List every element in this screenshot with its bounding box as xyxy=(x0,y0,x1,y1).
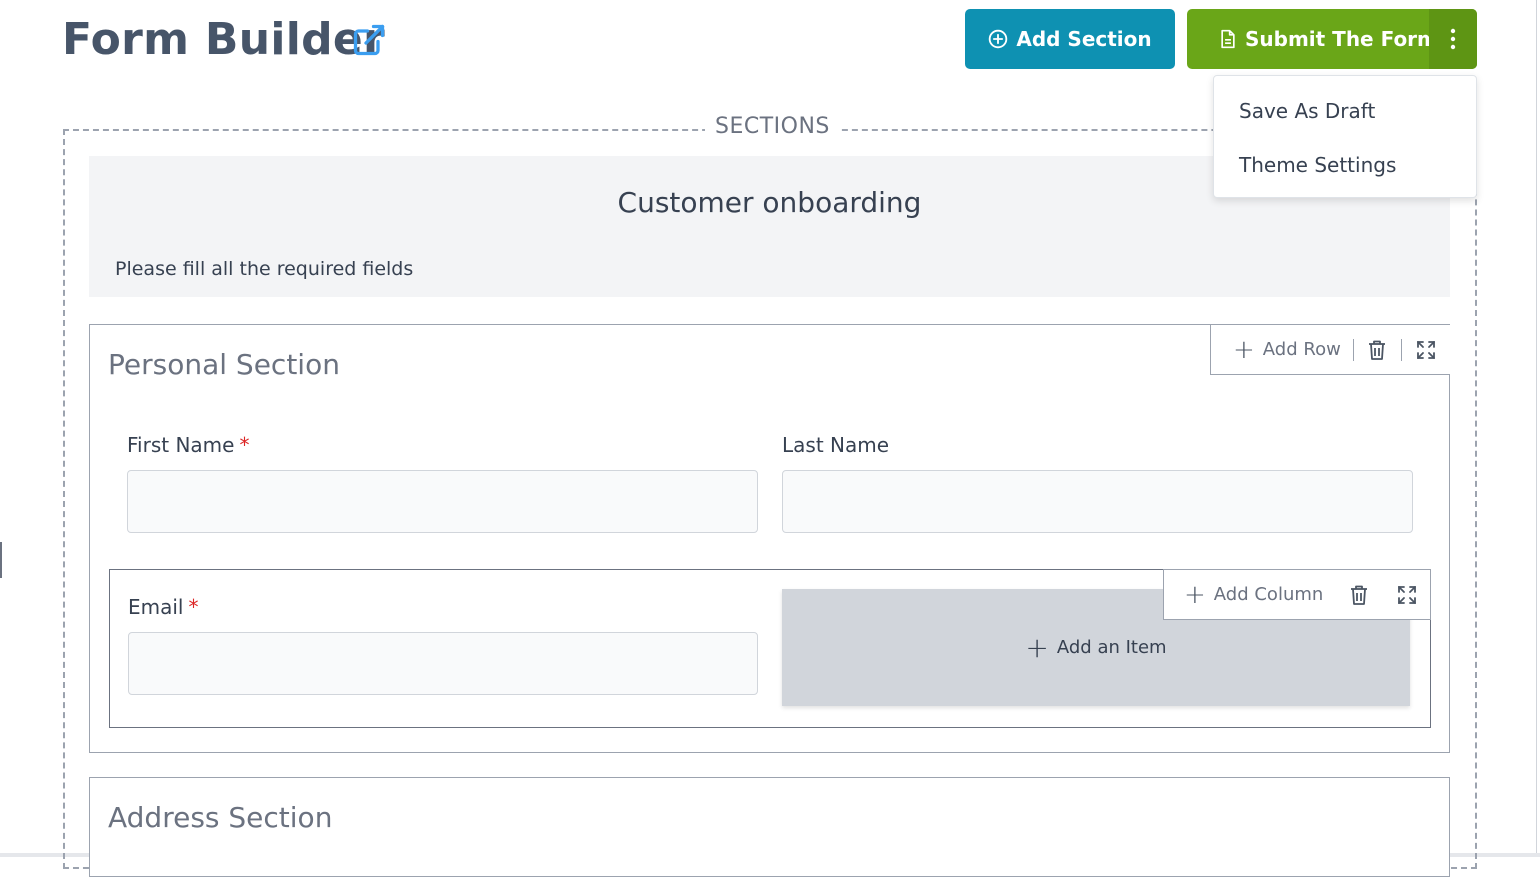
email-label: Email * xyxy=(128,595,199,619)
email-input[interactable] xyxy=(128,632,758,695)
kebab-icon xyxy=(1450,28,1456,50)
required-mark: * xyxy=(239,433,250,457)
section-title: Personal Section xyxy=(108,348,340,381)
required-mark: * xyxy=(188,595,199,619)
plus-icon: + xyxy=(1184,579,1206,610)
add-item-label: Add an Item xyxy=(1056,637,1167,658)
page-title: Form Builder xyxy=(62,14,386,65)
menu-item-save-draft[interactable]: Save As Draft xyxy=(1239,99,1375,123)
delete-row-button[interactable] xyxy=(1335,570,1383,619)
plus-circle-icon xyxy=(988,29,1008,49)
add-column-label: Add Column xyxy=(1213,584,1324,605)
expand-row-button[interactable] xyxy=(1383,570,1431,619)
submit-form-label: Submit The Form xyxy=(1245,27,1438,51)
section-toolbar: + Add Row xyxy=(1210,325,1450,375)
document-icon xyxy=(1219,29,1237,49)
trash-icon xyxy=(1369,340,1386,360)
add-section-label: Add Section xyxy=(1016,27,1152,51)
plus-icon: + xyxy=(1025,631,1049,664)
expand-icon xyxy=(1417,340,1435,359)
menu-item-theme-settings[interactable]: Theme Settings xyxy=(1239,153,1396,177)
section-title: Address Section xyxy=(108,801,333,834)
form-description: Please fill all the required fields xyxy=(115,258,414,280)
last-name-label: Last Name xyxy=(782,433,890,457)
add-column-button[interactable]: + Add Column xyxy=(1164,570,1335,619)
first-name-label: First Name * xyxy=(127,433,250,457)
add-row-label: Add Row xyxy=(1262,339,1341,360)
resize-handle[interactable] xyxy=(0,542,2,578)
expand-icon xyxy=(1398,585,1417,604)
add-row-button[interactable]: + Add Row xyxy=(1211,325,1353,374)
external-link-icon[interactable] xyxy=(351,22,387,58)
add-section-button[interactable]: Add Section xyxy=(965,9,1175,69)
row-toolbar: + Add Column xyxy=(1163,569,1431,620)
submit-options-menu: Save As Draft Theme Settings xyxy=(1213,75,1477,198)
more-options-button[interactable] xyxy=(1429,9,1477,69)
window-edge xyxy=(1536,0,1537,857)
first-name-input[interactable] xyxy=(127,470,758,533)
plus-icon: + xyxy=(1233,334,1255,365)
last-name-input[interactable] xyxy=(782,470,1413,533)
expand-section-button[interactable] xyxy=(1402,325,1450,374)
sections-legend: SECTIONS xyxy=(705,114,840,139)
trash-icon xyxy=(1351,585,1368,605)
delete-section-button[interactable] xyxy=(1353,325,1401,374)
